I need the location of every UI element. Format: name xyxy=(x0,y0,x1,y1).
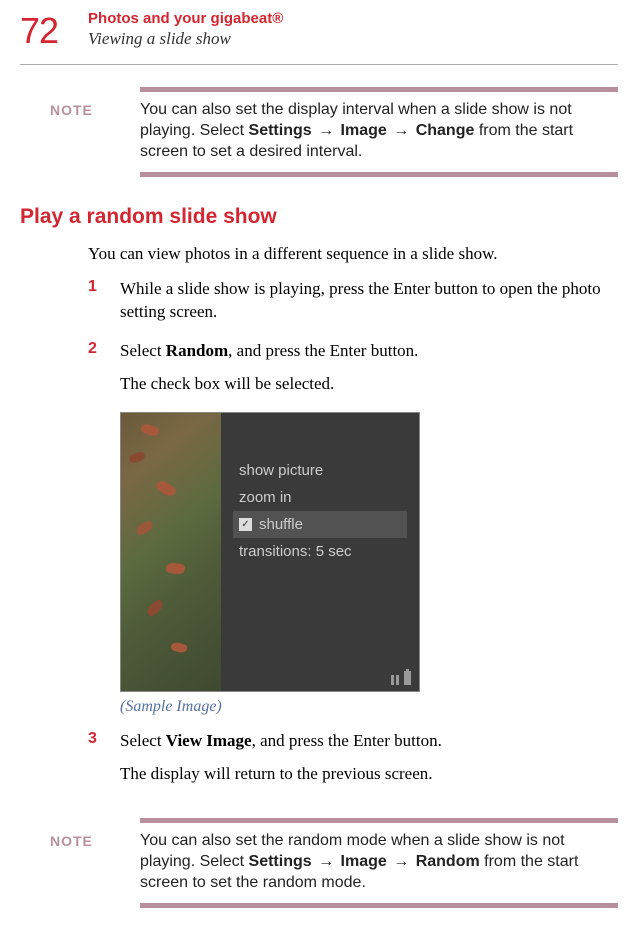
subheading: Play a random slide show xyxy=(20,205,618,229)
note-rule-bottom xyxy=(140,172,618,177)
header-rule xyxy=(20,64,618,65)
note-rule-bottom xyxy=(140,903,618,908)
step-post: , and press the Enter button. xyxy=(252,731,442,750)
step-number: 3 xyxy=(88,730,120,796)
menu-item-transitions: transitions: 5 sec xyxy=(233,538,407,565)
photo-preview xyxy=(121,413,221,691)
step-pre: Select xyxy=(120,731,166,750)
step-bold: Random xyxy=(166,341,228,360)
step-2: 2 Select Random, and press the Enter but… xyxy=(88,340,618,406)
note-b3: Change xyxy=(416,122,475,139)
step-body: While a slide show is playing, press the… xyxy=(120,278,618,334)
status-icons xyxy=(391,671,411,685)
note-block-1: NOTE You can also set the display interv… xyxy=(20,87,618,177)
image-caption: (Sample Image) xyxy=(120,698,618,716)
note-text: You can also set the random mode when a … xyxy=(140,831,618,893)
note-label: NOTE xyxy=(20,831,140,849)
arrow-icon: → xyxy=(393,852,409,873)
step-follow: The display will return to the previous … xyxy=(120,763,618,786)
note-text: You can also set the display interval wh… xyxy=(140,100,618,162)
menu-item-zoom-in: zoom in xyxy=(233,484,407,511)
step-number: 2 xyxy=(88,340,120,406)
header-titles: Photos and your gigabeat® Viewing a slid… xyxy=(88,10,618,49)
note-rule-top xyxy=(140,87,618,92)
note-rule-top xyxy=(140,818,618,823)
intro-paragraph: You can view photos in a different seque… xyxy=(88,243,618,266)
device-menu: show picture zoom in ✓ shuffle transitio… xyxy=(221,413,419,691)
body-content: You can view photos in a different seque… xyxy=(88,243,618,796)
step-text: While a slide show is playing, press the… xyxy=(120,278,618,324)
note-b1: Settings xyxy=(249,853,312,870)
note-b2: Image xyxy=(341,122,387,139)
note-b2: Image xyxy=(341,853,387,870)
step-body: Select Random, and press the Enter butto… xyxy=(120,340,618,406)
step-body: Select View Image, and press the Enter b… xyxy=(120,730,618,796)
note-b1: Settings xyxy=(249,122,312,139)
pause-icon xyxy=(391,675,399,685)
step-follow: The check box will be selected. xyxy=(120,373,618,396)
device-screenshot: show picture zoom in ✓ shuffle transitio… xyxy=(120,412,420,692)
arrow-icon: → xyxy=(393,121,409,142)
menu-item-show-picture: show picture xyxy=(233,457,407,484)
section-title: Viewing a slide show xyxy=(88,29,618,49)
step-post: , and press the Enter button. xyxy=(228,341,418,360)
step-bold: View Image xyxy=(166,731,252,750)
menu-label: shuffle xyxy=(259,516,303,533)
checkbox-icon: ✓ xyxy=(239,518,252,531)
page-header: 72 Photos and your gigabeat® Viewing a s… xyxy=(20,0,618,52)
step-pre: Select xyxy=(120,341,166,360)
note-block-2: NOTE You can also set the random mode wh… xyxy=(20,818,618,908)
menu-item-shuffle: ✓ shuffle xyxy=(233,511,407,538)
step-3: 3 Select View Image, and press the Enter… xyxy=(88,730,618,796)
note-b3: Random xyxy=(416,853,480,870)
note-label: NOTE xyxy=(20,100,140,118)
step-1: 1 While a slide show is playing, press t… xyxy=(88,278,618,334)
arrow-icon: → xyxy=(318,852,334,873)
step-number: 1 xyxy=(88,278,120,334)
chapter-title: Photos and your gigabeat® xyxy=(88,10,618,27)
page-number: 72 xyxy=(20,10,58,52)
battery-icon xyxy=(404,671,411,685)
arrow-icon: → xyxy=(318,121,334,142)
